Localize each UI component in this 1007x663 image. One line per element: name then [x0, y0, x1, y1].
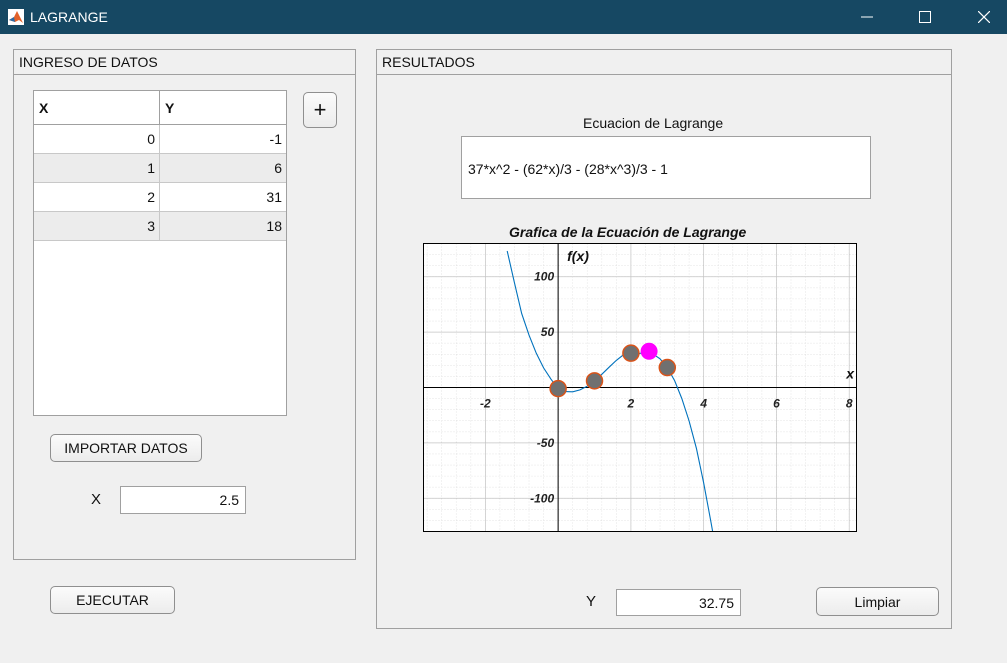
data-point-marker	[658, 358, 677, 377]
x-tick-label: 2	[627, 397, 635, 411]
table-cell-y[interactable]: -1	[160, 125, 286, 153]
table-cell-x[interactable]: 0	[34, 125, 160, 153]
x-tick-label: 4	[699, 397, 707, 411]
equation-field[interactable]: 37*x^2 - (62*x)/3 - (28*x^3)/3 - 1	[461, 136, 871, 199]
close-button[interactable]	[961, 0, 1007, 34]
data-point-marker	[622, 344, 640, 362]
data-point-marker	[585, 372, 604, 390]
table-row[interactable]: 0 -1	[34, 125, 286, 154]
x-tick-label: 8	[846, 397, 853, 411]
table-cell-x[interactable]: 3	[34, 212, 160, 240]
table-row[interactable]: 3 18	[34, 212, 286, 241]
table-cell-y[interactable]: 31	[160, 183, 286, 211]
add-row-button[interactable]: +	[303, 92, 337, 128]
x-value-input[interactable]: 2.5	[120, 486, 246, 514]
table-cell-y[interactable]: 6	[160, 154, 286, 182]
import-data-button[interactable]: IMPORTAR DATOS	[50, 434, 202, 462]
matlab-logo-icon	[8, 9, 24, 25]
maximize-button[interactable]	[902, 0, 948, 34]
title-bar: LAGRANGE	[0, 0, 1007, 34]
x-tick-label: -2	[480, 397, 491, 411]
y-value-output: 32.75	[616, 589, 741, 616]
table-row[interactable]: 1 6	[34, 154, 286, 183]
y-tick-label: -50	[537, 436, 555, 450]
chart-title: Grafica de la Ecuación de Lagrange	[509, 224, 747, 240]
window-title: LAGRANGE	[30, 9, 108, 25]
query-point-marker	[640, 342, 658, 360]
lagrange-plot[interactable]: -2 2 4 6 8 -100 -50 50 100 x f(x)	[423, 243, 857, 532]
table-cell-x[interactable]: 2	[34, 183, 160, 211]
x-tick-label: 6	[773, 397, 780, 411]
column-header-y[interactable]: Y	[160, 91, 286, 124]
y-tick-label: 50	[541, 325, 555, 339]
x-axis-label: x	[845, 366, 855, 382]
table-cell-y[interactable]: 18	[160, 212, 286, 240]
y-output-label: Y	[586, 593, 597, 610]
equation-label: Ecuacion de Lagrange	[583, 115, 724, 131]
y-axis-label: f(x)	[567, 248, 589, 264]
y-tick-label: -100	[530, 491, 554, 505]
close-icon	[978, 11, 990, 23]
input-panel: INGRESO DE DATOS X Y 0 -1 1 6 2 31 3 18 …	[13, 49, 356, 560]
maximize-icon	[919, 11, 931, 23]
minimize-button[interactable]	[844, 0, 890, 34]
input-panel-title: INGRESO DE DATOS	[14, 50, 355, 75]
data-point-marker	[549, 379, 567, 398]
results-panel-title: RESULTADOS	[377, 50, 951, 75]
minimize-icon	[861, 16, 873, 18]
column-header-x[interactable]: X	[34, 91, 160, 124]
table-cell-x[interactable]: 1	[34, 154, 160, 182]
y-tick-label: 100	[534, 270, 554, 284]
execute-button[interactable]: EJECUTAR	[50, 586, 175, 614]
table-row[interactable]: 2 31	[34, 183, 286, 212]
x-input-label: X	[91, 491, 102, 508]
clear-button[interactable]: Limpiar	[816, 587, 939, 616]
data-table[interactable]: X Y 0 -1 1 6 2 31 3 18	[33, 90, 287, 416]
table-header: X Y	[34, 91, 286, 125]
